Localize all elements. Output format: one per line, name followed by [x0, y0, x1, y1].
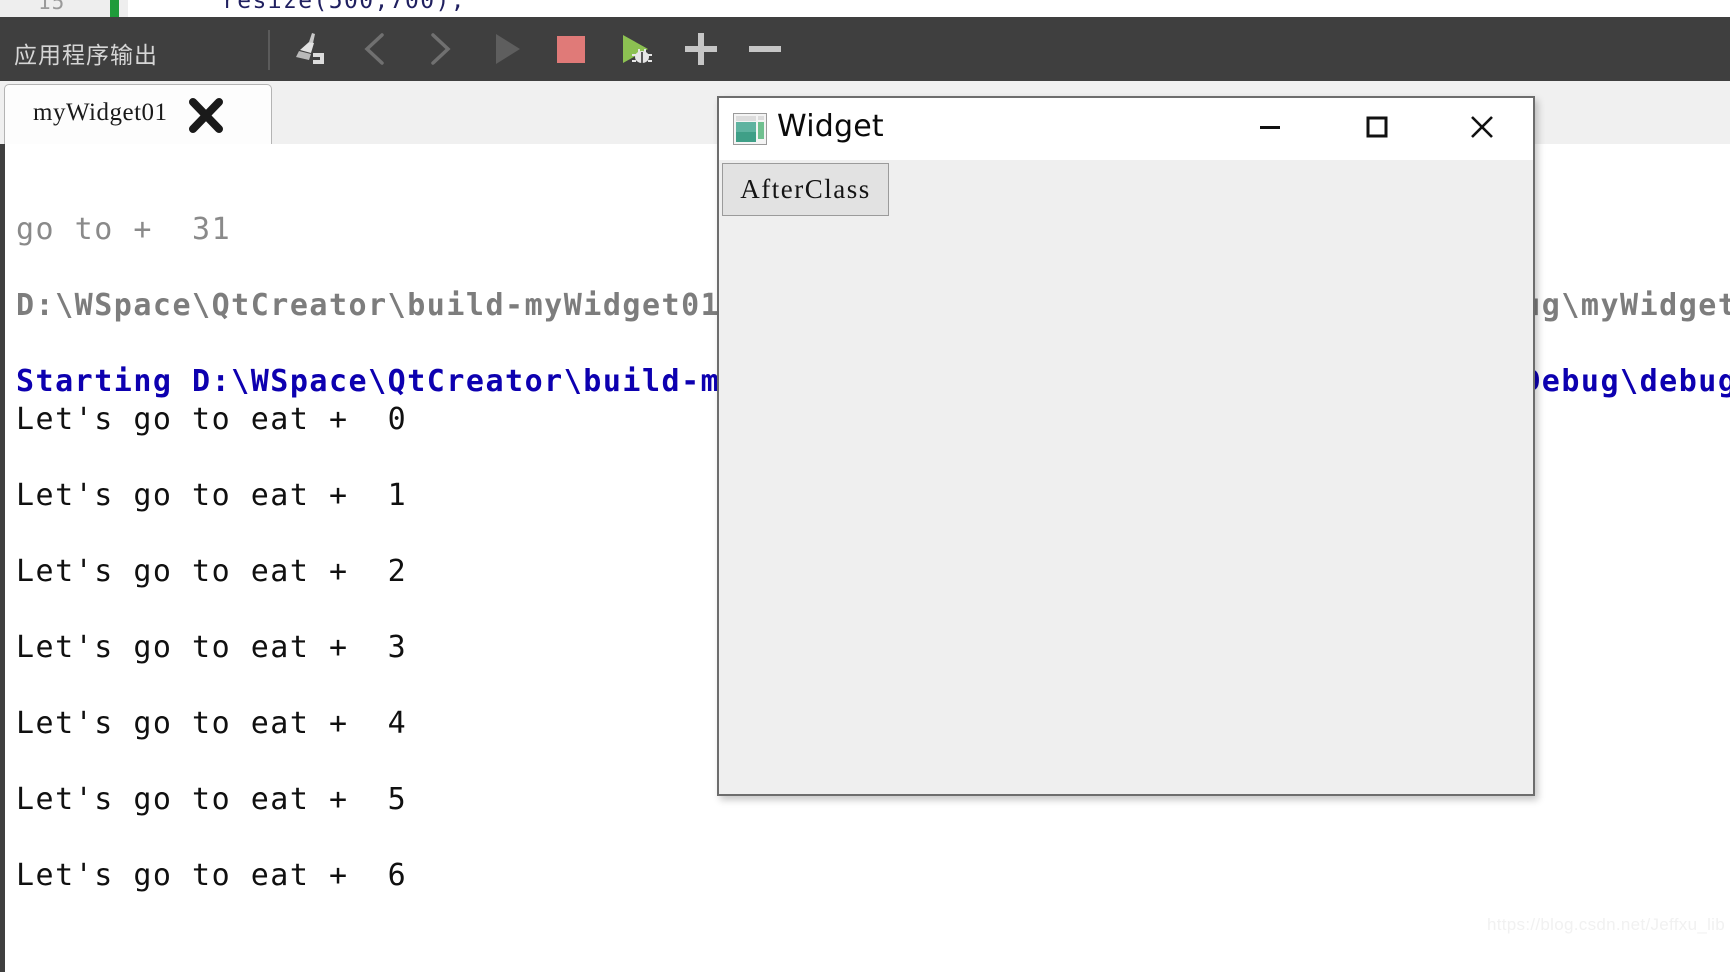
qt-window-icon — [733, 113, 767, 145]
close-x-icon — [189, 98, 223, 133]
console-line: Let's go to eat + 1 — [16, 478, 408, 513]
afterclass-button[interactable]: AfterClass — [722, 163, 889, 216]
stop-square-icon — [551, 29, 591, 69]
blog-watermark: https://blog.csdn.net/Jeffxu_lib — [1487, 915, 1725, 934]
tab-label: myWidget01 — [33, 99, 168, 126]
editor-code-line: resize(500,700); — [222, 0, 466, 14]
code-editor-sliver: 15 resize(500,700); — [0, 0, 1730, 17]
play-triangle-icon — [487, 29, 527, 69]
app-root: 15 resize(500,700); 应用程序输出 myWidget01 go… — [0, 0, 1730, 972]
stop-button[interactable] — [547, 25, 595, 73]
maximize-button[interactable] — [1331, 98, 1423, 160]
console-line: go to + 31 — [16, 212, 232, 247]
widget-application-window[interactable]: Widget AfterClass — [717, 96, 1535, 796]
minus-icon — [744, 28, 786, 70]
panel-left-rule — [0, 144, 5, 972]
console-line: Let's go to eat + 6 — [16, 858, 408, 893]
close-x-icon — [1469, 114, 1495, 145]
minimize-icon — [1258, 120, 1282, 138]
prev-item-button[interactable] — [352, 25, 400, 73]
minimize-button[interactable] — [1224, 98, 1316, 160]
output-pane-toolbar: 应用程序输出 — [0, 17, 1730, 81]
widget-client-area: AfterClass — [719, 160, 1533, 794]
toolbar-separator — [268, 30, 270, 70]
console-line: Let's go to eat + 3 — [16, 630, 408, 665]
close-button[interactable] — [1436, 98, 1528, 160]
console-line: Let's go to eat + 0 — [16, 402, 408, 437]
editor-line-number: 15 — [38, 0, 66, 14]
next-item-button[interactable] — [415, 25, 463, 73]
run-button[interactable] — [483, 25, 531, 73]
tab-mywidget01[interactable]: myWidget01 — [4, 84, 272, 145]
output-pane-title: 应用程序输出 — [14, 43, 158, 69]
tab-close-button[interactable] — [185, 97, 227, 135]
widget-window-title: Widget — [777, 109, 884, 144]
debug-button[interactable] — [614, 25, 662, 73]
console-line: Let's go to eat + 4 — [16, 706, 408, 741]
zoom-in-button[interactable] — [677, 25, 725, 73]
maximize-icon — [1365, 115, 1389, 144]
console-line: Let's go to eat + 2 — [16, 554, 408, 589]
editor-change-marker — [110, 0, 119, 17]
widget-titlebar[interactable]: Widget — [719, 98, 1533, 160]
chevron-right-icon — [421, 29, 457, 69]
chevron-left-icon — [358, 29, 394, 69]
clear-output-button[interactable] — [283, 25, 331, 73]
plus-icon — [680, 28, 722, 70]
zoom-out-button[interactable] — [741, 25, 789, 73]
afterclass-button-label: AfterClass — [740, 174, 871, 204]
console-line: Let's go to eat + 5 — [16, 782, 408, 817]
debug-bug-icon — [617, 29, 659, 69]
broom-icon — [287, 29, 327, 69]
